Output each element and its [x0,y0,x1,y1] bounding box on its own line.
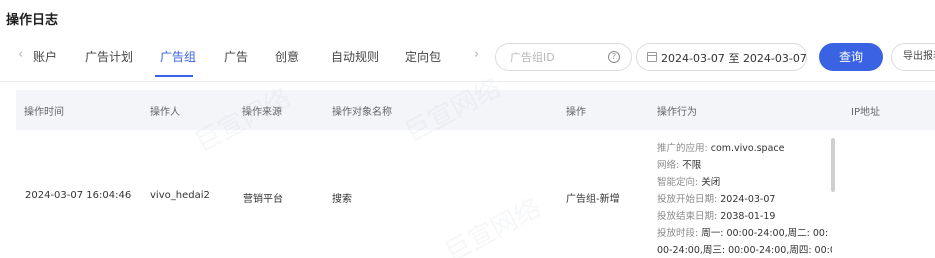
active-tab-indicator [155,75,193,77]
tab-ad-group[interactable]: 广告组 [160,48,196,65]
col-header-ip: IP地址 [851,107,880,118]
date-end: 2024-03-07 [742,52,807,65]
behavior-line: 00-24:00,周三: 00:00-24:00,周四: 00:00- [657,245,832,256]
cell-object-name: 搜索 [332,194,352,205]
export-report-button[interactable]: 导出报表 [891,43,935,71]
help-icon[interactable]: ? [608,51,620,63]
tab-prev-arrow-icon[interactable]: ‹ [18,47,23,62]
cell-source: 营销平台 [243,194,283,205]
behavior-scrollbar[interactable] [831,138,835,192]
behavior-line: 投放时段: 周一: 00:00-24:00,周二: 00: [657,228,829,239]
tab-ad[interactable]: 广告 [224,48,248,65]
watermark: 巨宣网络 [440,193,547,258]
tab-creative[interactable]: 创意 [275,48,299,65]
col-header-action: 操作 [566,107,586,118]
tab-targeting-package[interactable]: 定向包 [405,48,441,65]
behavior-line: 网络: 不限 [657,160,702,171]
cell-behavior: 推广的应用: com.vivo.space 网络: 不限 智能定向: 关闭 投放… [657,140,832,258]
date-separator: 至 [728,52,740,65]
ad-group-id-search[interactable]: ? [495,43,632,71]
col-header-object-name: 操作对象名称 [332,107,392,118]
col-header-source: 操作来源 [242,107,282,118]
behavior-line: 投放结束日期: 2038-01-19 [657,211,776,222]
col-header-operator: 操作人 [150,107,180,118]
col-header-time: 操作时间 [24,107,64,118]
tab-bar: ‹ 账户 广告计划 广告组 广告 创意 自动规则 定向包 › ? 2024-03… [0,34,935,82]
date-start: 2024-03-07 [661,52,725,65]
table-header: 操作时间 操作人 操作来源 操作对象名称 操作 操作行为 IP地址 [16,90,935,130]
behavior-line: 智能定向: 关闭 [657,177,721,188]
tab-next-arrow-icon[interactable]: › [474,47,479,62]
query-button[interactable]: 查询 [819,43,883,71]
behavior-line: 投放开始日期: 2024-03-07 [657,194,776,205]
calendar-icon [647,52,657,62]
cell-time: 2024-03-07 16:04:46 [25,190,132,201]
tab-ad-plan[interactable]: 广告计划 [85,48,133,65]
cell-action: 广告组-新增 [566,194,620,205]
tab-account[interactable]: 账户 [33,48,57,65]
col-header-behavior: 操作行为 [657,107,697,118]
date-range-picker[interactable]: 2024-03-07 至 2024-03-07 [636,43,807,71]
page-title: 操作日志 [6,13,59,28]
behavior-line: 推广的应用: com.vivo.space [657,143,785,154]
ad-group-id-input[interactable] [510,49,602,65]
date-range-text: 2024-03-07 至 2024-03-07 [661,50,807,66]
cell-operator: vivo_hedai2 [150,190,210,201]
tab-auto-rules[interactable]: 自动规则 [331,48,379,65]
